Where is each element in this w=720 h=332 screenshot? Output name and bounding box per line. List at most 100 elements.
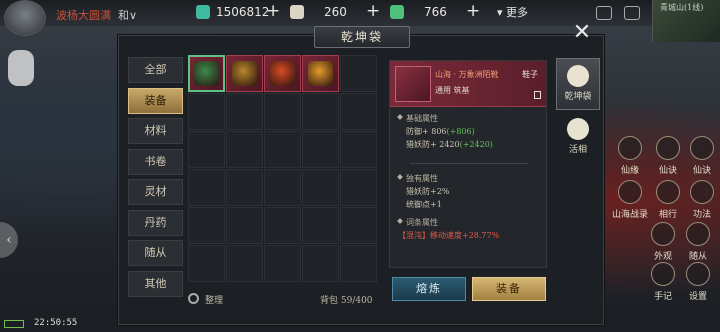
add-jade-button[interactable]: + [466,1,480,21]
inventory-slot-empty[interactable] [188,207,225,244]
inventory-slot-empty[interactable] [264,93,301,130]
hud-button-label: 设置 [688,292,707,302]
tab-equipment[interactable]: 装备 [128,87,183,114]
inventory-slot-filled[interactable] [302,55,339,92]
inventory-grid [188,55,378,282]
bullet-icon [397,174,403,180]
inventory-slot-empty[interactable] [340,55,377,92]
player-avatar[interactable] [4,0,46,36]
currency-value: 260 [324,5,347,19]
robe-icon [567,118,589,140]
battle-record-icon [618,180,642,204]
boots-icon [395,66,431,102]
inventory-slot-empty[interactable] [188,93,225,130]
hud-button[interactable]: 仙缘 [612,136,648,176]
hud-button-label: 随从 [688,252,707,262]
inventory-slot-empty[interactable] [302,245,339,282]
hud-button[interactable]: 设置 [680,262,716,302]
inventory-slot-filled[interactable] [188,55,225,92]
lock-icon[interactable] [534,91,541,99]
gift-icon [656,136,680,160]
inventory-slot-empty[interactable] [226,207,263,244]
hud-button[interactable]: 手记 [645,262,681,302]
section-title: 独有属性 [406,174,438,183]
hud-button[interactable]: 仙诀 [684,136,720,176]
hud-button-label: 仙缘 [620,166,639,176]
inventory-slot-empty[interactable] [188,169,225,206]
crest-item-icon [270,61,295,86]
inventory-slot-empty[interactable] [226,245,263,282]
inventory-slot-empty[interactable] [226,169,263,206]
attr-value: 防御+ 806 [406,127,447,136]
inventory-slot-empty[interactable] [340,245,377,282]
item-type: 鞋子 [522,70,538,79]
tab-pills[interactable]: 丹药 [128,209,183,236]
side-tab-appearance[interactable]: 活相 [556,116,600,156]
attr-value: 猎妖防+ 2420 [406,140,460,149]
more-button[interactable]: ▾ 更多 [497,4,528,20]
hud-button[interactable]: 随从 [680,222,716,262]
tab-materials[interactable]: 材料 [128,118,183,144]
inventory-slot-empty[interactable] [264,131,301,168]
basic-attr: 防御+ 806(+806) [406,126,475,137]
panel-title: 乾坤袋 [314,26,410,48]
scroll-art-icon [690,136,714,160]
sort-icon[interactable] [188,293,199,304]
more-label: 更多 [506,6,529,19]
hud-button-label: 仙诀 [692,166,711,176]
item-name: 山海 · 万象洲陌靴 [435,70,499,79]
tab-spirit-materials[interactable]: 灵材 [128,179,183,205]
inventory-slot-empty[interactable] [340,93,377,130]
notebook-icon [651,262,675,286]
inventory-slot-empty[interactable] [188,245,225,282]
mail-icon[interactable] [596,6,612,20]
hud-button[interactable]: 功法 [684,180,720,220]
inventory-slot-filled[interactable] [264,55,301,92]
tab-books[interactable]: 书卷 [128,148,183,175]
hud-button[interactable]: 山海战录 [612,180,648,220]
inventory-slot-empty[interactable] [264,207,301,244]
gear-icon [686,262,710,286]
side-tab-bag[interactable]: 乾坤袋 [556,58,600,110]
chat-bubble-icon[interactable] [8,50,34,86]
inventory-slot-empty[interactable] [264,169,301,206]
currency-scroll: 260 [290,3,347,21]
settings-icon[interactable] [624,6,640,20]
close-button[interactable]: ✕ [570,22,594,46]
tab-all[interactable]: 全部 [128,57,183,83]
add-spirit-stone-button[interactable]: + [266,1,280,21]
add-scroll-button[interactable]: + [366,1,380,21]
hud-button-label: 功法 [692,210,711,220]
minimap-label: 青城山(1线) [660,3,704,12]
inventory-slot-empty[interactable] [188,131,225,168]
battery-icon [4,320,24,328]
inventory-slot-empty[interactable] [302,207,339,244]
hud-button[interactable]: 仙诀 [650,136,686,176]
tab-other[interactable]: 其他 [128,270,183,297]
sort-button[interactable]: 整理 [205,293,223,306]
inventory-slot-empty[interactable] [340,131,377,168]
inventory-slot-empty[interactable] [340,169,377,206]
tab-followers[interactable]: 随从 [128,240,183,266]
player-level[interactable]: 和∨ [118,7,137,23]
inventory-slot-empty[interactable] [226,93,263,130]
equip-button[interactable]: 装备 [472,277,546,301]
inventory-slot-filled[interactable] [226,55,263,92]
inventory-slot-empty[interactable] [302,169,339,206]
inventory-slot-empty[interactable] [302,93,339,130]
currency-value: 766 [424,5,447,19]
inventory-slot-empty[interactable] [302,131,339,168]
hud-button[interactable]: 相行 [650,180,686,220]
affix-attr: 【混沌】移动速度+28.77% [398,231,500,240]
inventory-slot-empty[interactable] [340,207,377,244]
bullet-icon [397,114,403,120]
bullet-icon [397,218,403,224]
unique-attr: 统御点+1 [406,200,442,209]
hud-button[interactable]: 外观 [645,222,681,262]
smelt-button[interactable]: 熔炼 [392,277,466,301]
skill-icon [690,180,714,204]
inventory-slot-empty[interactable] [264,245,301,282]
item-detail-panel: 山海 · 万象洲陌靴 鞋子 通用 筑基 基础属性 防御+ 806(+806) 猎… [389,60,547,268]
inventory-slot-empty[interactable] [226,131,263,168]
item-detail-header: 山海 · 万象洲陌靴 鞋子 通用 筑基 [390,61,546,107]
